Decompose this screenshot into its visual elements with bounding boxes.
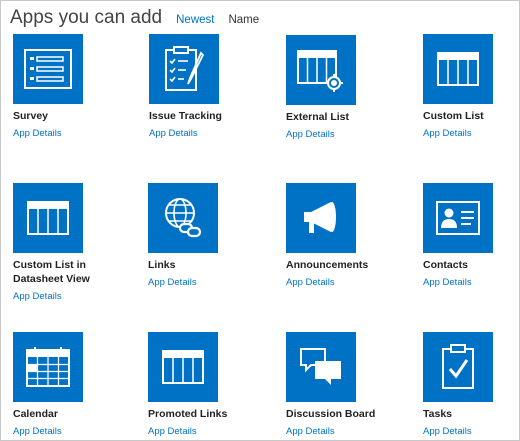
datasheet-icon: [27, 201, 69, 235]
app-tile-promoted-links[interactable]: Promoted Links App Details: [148, 332, 268, 439]
app-name: Custom List: [423, 110, 484, 122]
app-details-link[interactable]: App Details: [149, 128, 198, 139]
app-details-link[interactable]: App Details: [148, 277, 197, 288]
app-tile-datasheet[interactable]: Custom List in Datasheet View App Detail…: [13, 183, 133, 304]
header: Apps you can add Newest Name: [10, 7, 259, 31]
app-name: Promoted Links: [148, 408, 228, 420]
app-name: Links: [148, 259, 176, 271]
app-tile-announcements[interactable]: Announcements App Details: [286, 183, 406, 290]
app-details-link[interactable]: App Details: [286, 426, 335, 437]
survey-tile[interactable]: [13, 34, 83, 104]
announcements-tile[interactable]: [286, 183, 356, 253]
app-tile-discussion-board[interactable]: Discussion Board App Details: [286, 332, 406, 439]
links-tile[interactable]: [148, 183, 218, 253]
tasks-icon: [442, 344, 474, 389]
app-details-link[interactable]: App Details: [13, 426, 62, 437]
apps-panel: Apps you can add Newest Name Survey App …: [0, 0, 520, 441]
app-tile-calendar[interactable]: Calendar App Details: [13, 332, 133, 439]
app-name: Issue Tracking: [149, 110, 222, 122]
datasheet-tile[interactable]: [13, 183, 83, 253]
app-details-link[interactable]: App Details: [423, 128, 472, 139]
announcements-icon: [304, 202, 336, 233]
page-title: Apps you can add: [10, 7, 163, 28]
issue-tracking-icon: [165, 46, 205, 91]
app-details-link[interactable]: App Details: [423, 277, 472, 288]
discussion-board-tile[interactable]: [286, 332, 356, 402]
external-list-icon: [297, 50, 343, 92]
app-tile-contacts[interactable]: Contacts App Details: [423, 183, 520, 290]
custom-list-icon: [437, 52, 479, 86]
app-details-link[interactable]: App Details: [286, 129, 335, 140]
app-details-link[interactable]: App Details: [423, 426, 472, 437]
app-name: Discussion Board: [286, 408, 376, 420]
contacts-tile[interactable]: [423, 183, 493, 253]
issue-tracking-tile[interactable]: [149, 34, 219, 104]
custom-list-tile[interactable]: [423, 34, 493, 104]
app-name: Calendar: [13, 408, 58, 420]
discussion-board-icon: [300, 348, 341, 385]
app-details-link[interactable]: App Details: [13, 291, 62, 302]
sort-name-link[interactable]: Name: [228, 14, 259, 26]
app-tile-links[interactable]: Links App Details: [148, 183, 268, 290]
contacts-icon: [436, 201, 480, 235]
app-details-link[interactable]: App Details: [148, 426, 197, 437]
external-list-tile[interactable]: [286, 35, 356, 105]
promoted-links-icon: [162, 350, 204, 384]
app-tile-tasks[interactable]: Tasks App Details: [423, 332, 520, 439]
app-tile-issue-tracking[interactable]: Issue Tracking App Details: [149, 34, 269, 141]
promoted-links-tile[interactable]: [148, 332, 218, 402]
app-name: Tasks: [423, 408, 452, 420]
app-name: Contacts: [423, 259, 468, 271]
app-name: Custom List in Datasheet View: [13, 259, 90, 285]
sort-newest-link[interactable]: Newest: [176, 14, 214, 26]
app-name: Survey: [13, 110, 49, 122]
app-name: External List: [286, 111, 350, 123]
tasks-tile[interactable]: [423, 332, 493, 402]
survey-icon: [24, 49, 72, 89]
calendar-icon: [26, 347, 70, 387]
app-details-link[interactable]: App Details: [13, 128, 62, 139]
app-tile-external-list[interactable]: External List App Details: [286, 35, 406, 142]
app-tile-custom-list[interactable]: Custom List App Details: [423, 34, 520, 141]
app-details-link[interactable]: App Details: [286, 277, 335, 288]
calendar-tile[interactable]: [13, 332, 83, 402]
app-tile-survey[interactable]: Survey App Details: [13, 34, 133, 141]
app-name: Announcements: [286, 259, 369, 271]
links-icon: [165, 198, 202, 238]
